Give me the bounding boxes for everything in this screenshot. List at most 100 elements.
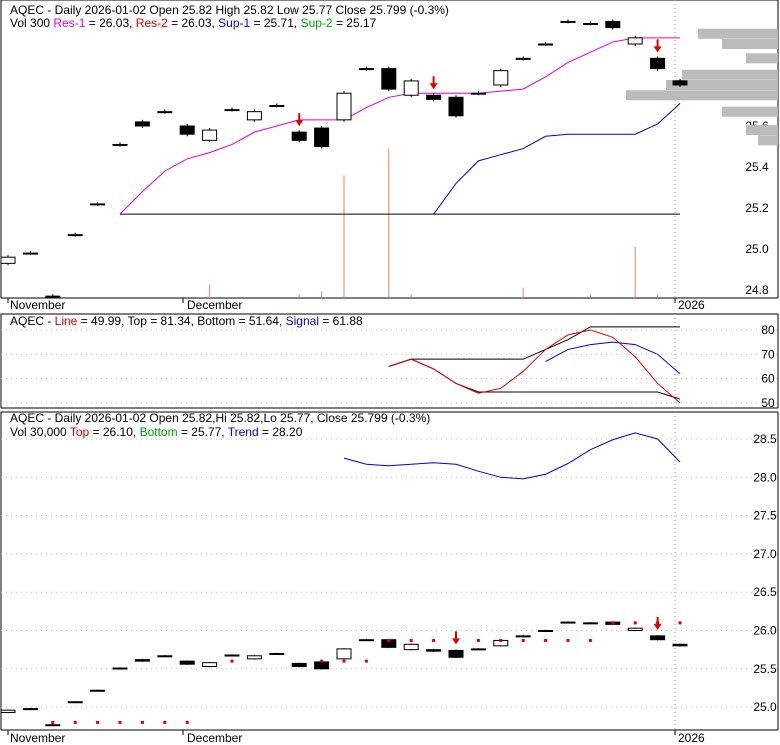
top-dot <box>96 720 100 724</box>
candle-body <box>291 131 307 141</box>
candle-body <box>515 635 531 638</box>
legend-line: Line <box>55 314 78 328</box>
candle-body <box>403 80 419 96</box>
top-dot <box>51 720 55 724</box>
top-dot <box>185 720 189 724</box>
x-label-2026-lower: 2026 <box>678 731 705 745</box>
volume-profile-bar <box>698 28 778 39</box>
candle-body <box>358 639 374 642</box>
candle-body <box>45 724 61 727</box>
legend-line-value: = 49.99, Top = 81.34, Bottom = 51.64, <box>77 314 285 328</box>
lower-panel-title: AQEC - Daily 2026-01-02 Open 25.82,Hi 25… <box>10 411 430 425</box>
candle-body <box>582 23 598 25</box>
candle-body <box>246 655 262 660</box>
candle-body <box>538 43 554 46</box>
candle-body <box>538 630 554 632</box>
volume-profile-bar <box>746 53 778 64</box>
legend-sup2: Sup-2 <box>301 16 333 30</box>
candle-body <box>246 111 262 121</box>
top-dot <box>140 720 144 724</box>
sell-arrow-icon-head <box>653 623 662 630</box>
candle-body <box>515 57 531 60</box>
top-dot <box>163 720 167 724</box>
sell-arrow-icon-head <box>452 638 460 645</box>
candle-body <box>157 111 173 114</box>
sell-arrow-icon-head <box>429 83 438 90</box>
candle-body <box>67 234 83 237</box>
candle-body <box>336 92 352 121</box>
y-tick-label: 25.4 <box>745 160 769 174</box>
top-dot <box>476 638 480 642</box>
legend-top: Top <box>70 425 90 439</box>
legend-signal-value: = 61.88 <box>319 314 363 328</box>
y-tick-label: 50 <box>761 396 775 410</box>
candle-body <box>179 125 195 135</box>
candle-body <box>627 37 643 45</box>
legend-vol: Vol 30,000 <box>10 425 70 439</box>
volume-profile-bar <box>722 39 778 49</box>
candle-body <box>448 649 464 658</box>
price-panel-legend: Vol 300 Res-1 = 26.03, Res-2 = 26.03, Su… <box>10 16 377 30</box>
legend-signal: Signal <box>286 314 319 328</box>
y-tick-label: 25.0 <box>745 242 769 256</box>
y-tick-label: 24.8 <box>745 283 769 297</box>
top-dot <box>678 621 682 625</box>
candle-body <box>202 662 218 668</box>
x-label-2026: 2026 <box>678 298 705 312</box>
top-dot <box>230 659 234 663</box>
candle-body <box>314 661 330 670</box>
candle-body <box>112 667 128 670</box>
candle-body <box>224 109 240 112</box>
candle-body <box>403 643 419 651</box>
legend-bottom: Bottom <box>140 425 178 439</box>
candle-body <box>314 127 330 148</box>
candle-body <box>269 652 285 655</box>
candle-body <box>134 659 150 662</box>
panel-frame-2 <box>0 411 778 730</box>
x-label-november: November <box>10 298 65 312</box>
candle-body <box>426 94 442 100</box>
candle-body <box>90 689 106 692</box>
sup1-line <box>433 103 681 215</box>
legend-res1-value: = 26.03, <box>85 16 135 30</box>
trend-line <box>343 432 681 480</box>
top-dot <box>73 720 77 724</box>
res1-line <box>119 37 680 215</box>
candle-body <box>493 70 509 86</box>
candle-body <box>470 92 486 95</box>
volume-profile-bar <box>626 90 778 101</box>
top-dot <box>499 638 503 642</box>
candle-body <box>90 203 106 206</box>
price-panel-title: AQEC - Daily 2026-01-02 Open 25.82 High … <box>10 3 449 17</box>
top-dot <box>588 638 592 642</box>
candle-body <box>448 96 464 117</box>
x-label-november-lower: November <box>10 731 65 745</box>
candle-body <box>45 295 61 298</box>
legend-trend: Trend <box>228 425 259 439</box>
candle-body <box>179 660 195 665</box>
top-dot <box>544 638 548 642</box>
candle-body <box>560 621 576 624</box>
candle-body <box>358 68 374 71</box>
candle-body <box>582 622 598 625</box>
volume-profile-bar <box>758 135 778 146</box>
legend-trend-value: = 28.20 <box>259 425 303 439</box>
sell-arrow-icon-head <box>653 46 662 53</box>
candle-body <box>67 701 83 704</box>
top-dot <box>364 659 368 663</box>
legend-sup2-value: = 25.17 <box>333 16 377 30</box>
candle-body <box>157 655 173 658</box>
indicator-panel-legend: AQEC - Line = 49.99, Top = 81.34, Bottom… <box>10 314 363 328</box>
top-dot <box>409 638 413 642</box>
y-tick-label: 70 <box>761 347 775 361</box>
y-tick-label: 80 <box>761 323 775 337</box>
top-dot <box>521 638 525 642</box>
candle-body <box>605 20 621 29</box>
y-tick-label: 25.2 <box>745 201 769 215</box>
lower-panel-legend: Vol 30,000 Top = 26.10, Bottom = 25.77, … <box>10 425 303 439</box>
y-tick-label: 60 <box>761 372 775 386</box>
candle-body <box>650 635 666 641</box>
panel-frame-1 <box>0 313 778 408</box>
x-label-december-lower: December <box>187 731 242 745</box>
candle-body <box>470 648 486 651</box>
